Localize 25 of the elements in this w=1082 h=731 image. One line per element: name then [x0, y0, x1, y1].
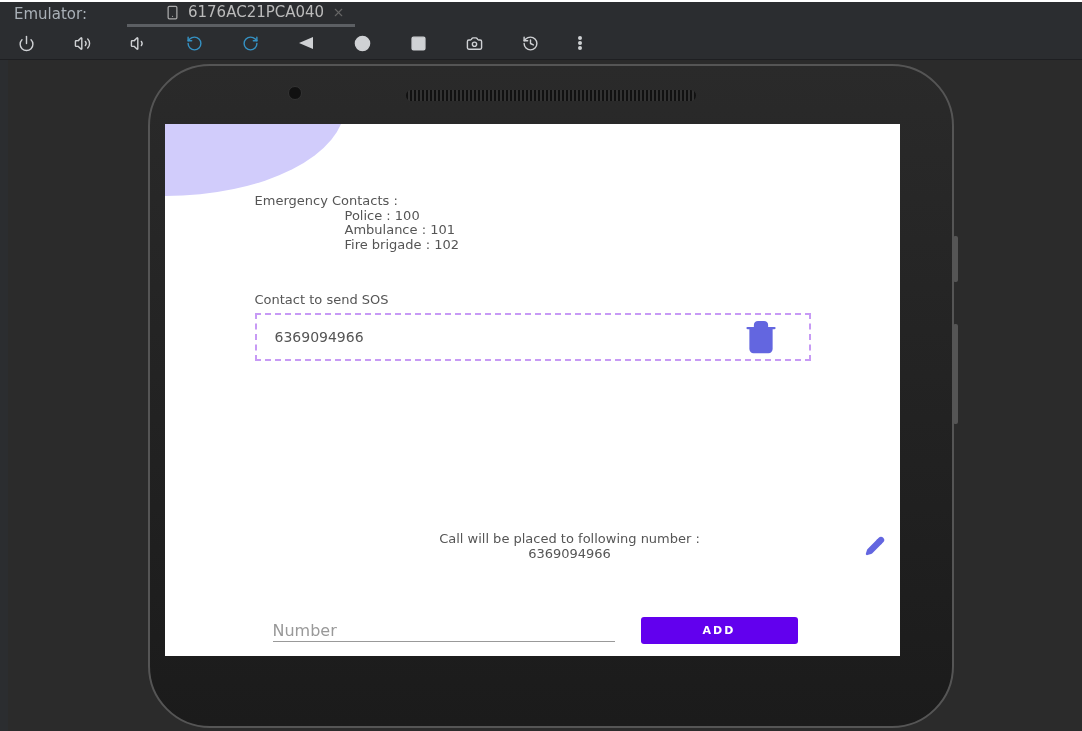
device-tab-label: 6176AC21PCA040	[188, 3, 325, 21]
more-icon	[578, 36, 582, 50]
emergency-contact: Fire brigade : 102	[343, 237, 460, 252]
home-icon	[354, 34, 371, 52]
volume-up-icon	[74, 34, 91, 52]
add-button[interactable]: ADD	[640, 617, 798, 644]
snapshot-icon	[522, 34, 539, 52]
emergency-contact: Ambulance : 101	[343, 223, 456, 238]
call-number: 6369094966	[528, 546, 611, 561]
edit-icon[interactable]	[864, 536, 885, 556]
emulator-label: Emulator:	[14, 5, 87, 25]
emergency-title: Emergency Contacts :	[254, 194, 399, 209]
rotate-right-icon	[242, 34, 259, 52]
camera-lens-icon	[288, 86, 302, 100]
camera-icon	[466, 34, 483, 52]
emergency-contact: Police : 100	[343, 208, 421, 223]
sos-contact-number: 6369094966	[274, 329, 364, 345]
rotate-left-icon	[186, 34, 203, 52]
speaker-grille-icon	[406, 89, 696, 101]
overview-icon	[410, 34, 427, 52]
device-icon	[165, 4, 180, 20]
call-info-text: Call will be placed to following number :	[439, 531, 700, 546]
sos-label: Contact to send SOS	[254, 292, 390, 307]
back-icon	[298, 36, 314, 50]
power-icon	[18, 34, 35, 52]
